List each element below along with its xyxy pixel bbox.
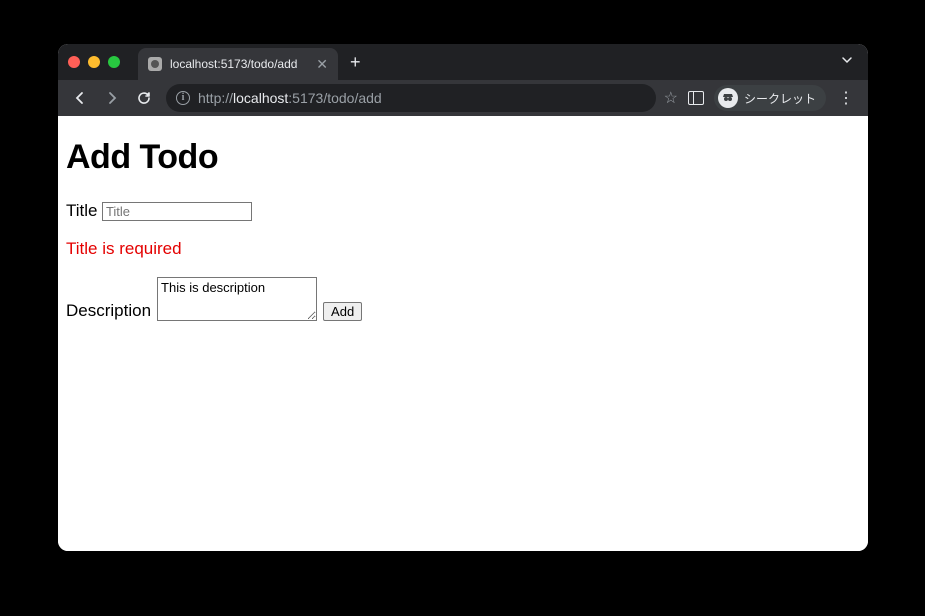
- title-label: Title: [66, 201, 98, 220]
- address-bar: i http://localhost:5173/todo/add ☆ シークレッ…: [58, 80, 868, 116]
- browser-tab[interactable]: localhost:5173/todo/add ✕: [138, 48, 338, 80]
- close-window-button[interactable]: [68, 56, 80, 68]
- page-title: Add Todo: [66, 138, 860, 177]
- minimize-window-button[interactable]: [88, 56, 100, 68]
- description-label: Description: [66, 301, 151, 321]
- back-button[interactable]: [66, 84, 94, 112]
- url-field[interactable]: i http://localhost:5173/todo/add: [166, 84, 656, 112]
- window-controls: [68, 56, 120, 68]
- description-field-row: Description Add: [66, 277, 860, 321]
- forward-button[interactable]: [98, 84, 126, 112]
- title-error-message: Title is required: [66, 239, 860, 259]
- close-tab-button[interactable]: ✕: [316, 57, 328, 71]
- incognito-icon: [718, 88, 738, 108]
- add-button[interactable]: Add: [323, 302, 362, 321]
- side-panel-icon[interactable]: [688, 91, 704, 105]
- incognito-label: シークレット: [744, 90, 816, 107]
- page-content: Add Todo Title Title is required Descrip…: [58, 116, 868, 551]
- favicon-icon: [148, 57, 162, 71]
- reload-button[interactable]: [130, 84, 158, 112]
- new-tab-button[interactable]: +: [350, 53, 361, 71]
- tab-title: localhost:5173/todo/add: [170, 57, 308, 71]
- url-text: http://localhost:5173/todo/add: [198, 90, 382, 106]
- description-textarea[interactable]: [157, 277, 317, 321]
- bookmark-star-icon[interactable]: ☆: [664, 88, 678, 108]
- browser-menu-button[interactable]: ⋮: [832, 88, 860, 108]
- maximize-window-button[interactable]: [108, 56, 120, 68]
- browser-window: localhost:5173/todo/add ✕ + i http://loc…: [58, 44, 868, 551]
- tab-bar: localhost:5173/todo/add ✕ +: [58, 44, 868, 80]
- title-input[interactable]: [102, 202, 252, 221]
- title-field-row: Title: [66, 201, 860, 221]
- incognito-badge[interactable]: シークレット: [714, 85, 826, 111]
- tabs-overflow-button[interactable]: [840, 53, 854, 72]
- site-info-icon[interactable]: i: [176, 91, 190, 105]
